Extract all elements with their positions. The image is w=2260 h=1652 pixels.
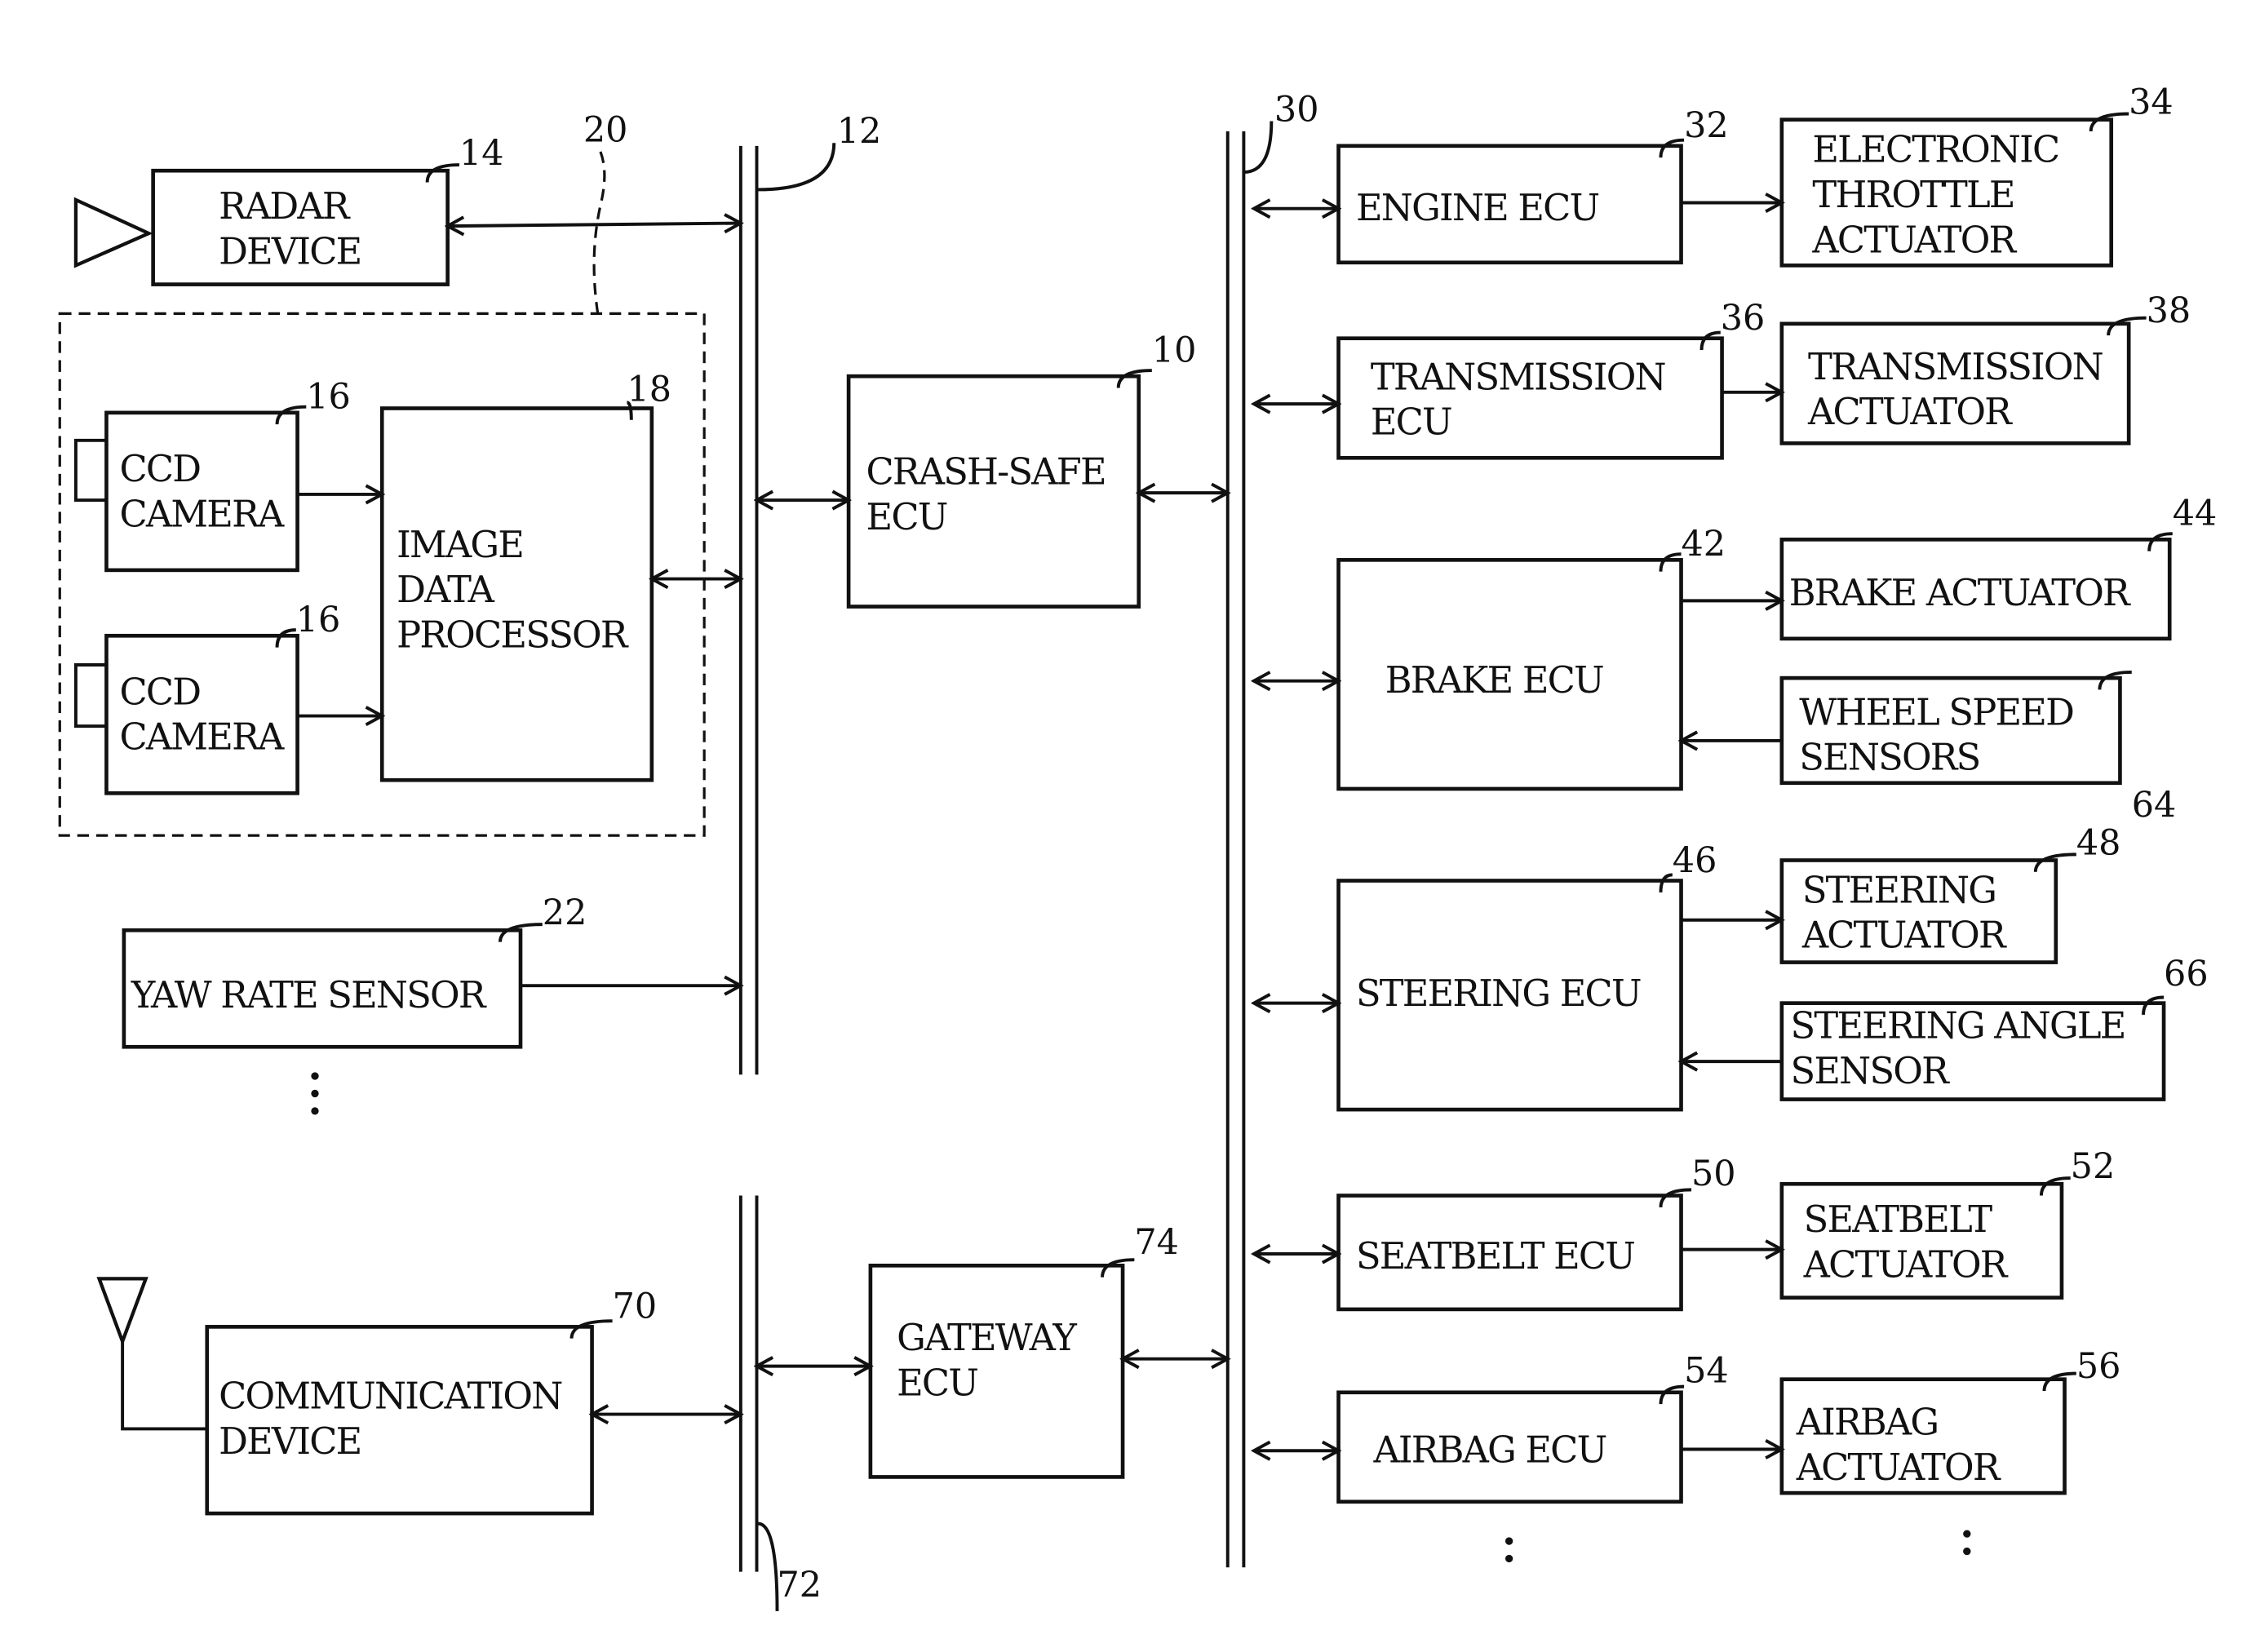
airbagact-label: ACTUATOR <box>1796 1446 2001 1489</box>
vehicle-ecu-block-diagram: RADARDEVICE14CCDCAMERA16CCDCAMERA16IMAGE… <box>58 82 2218 1611</box>
transact-label: ACTUATOR <box>1807 391 2013 433</box>
brake-label: BRAKE ECU <box>1385 659 1603 702</box>
throttle-ref-number: 34 <box>2129 82 2174 123</box>
cam1-label: CCD <box>120 448 201 490</box>
steeract-label: STEERING <box>1802 869 1996 911</box>
ellipsis-dot <box>311 1107 319 1115</box>
steerangle-label: STEERING ANGLE <box>1791 1005 2125 1047</box>
radar-ref-number: 14 <box>459 133 504 174</box>
steeract-label: ACTUATOR <box>1801 915 2007 957</box>
cam2-ref-number: 16 <box>296 600 341 640</box>
seatbeltact-label: ACTUATOR <box>1803 1244 2009 1287</box>
imgproc-label: IMAGE <box>397 524 523 566</box>
seatbelt-ref-number: 50 <box>1691 1154 1736 1194</box>
throttle-label: ELECTRONIC <box>1812 128 2058 171</box>
cam2-label: CCD <box>120 671 201 713</box>
cam2-block <box>104 633 299 795</box>
wheel-ref-number: 64 <box>2132 785 2177 826</box>
crash-label: ECU <box>866 496 947 538</box>
cam1-block <box>104 410 299 573</box>
airbag-ref-number: 54 <box>1684 1350 1729 1391</box>
seatbelt-label: SEATBELT ECU <box>1356 1235 1634 1278</box>
seatbeltact-label: SEATBELT <box>1804 1198 1993 1241</box>
steerangle-ref-number: 66 <box>2164 954 2209 994</box>
transact-ref-number: 38 <box>2147 290 2191 331</box>
bus-30-ref-number: 30 <box>1274 89 1319 130</box>
gateway-label: ECU <box>897 1362 977 1404</box>
bus-30-leader-line <box>1243 121 1274 174</box>
radar-label: DEVICE <box>219 231 361 273</box>
engine-label: ENGINE ECU <box>1356 187 1599 229</box>
yaw-label: YAW RATE SENSOR <box>131 974 487 1016</box>
steer-ref-number: 46 <box>1673 840 1717 881</box>
imgproc-label: PROCESSOR <box>397 614 629 657</box>
transact-label: TRANSMISSION <box>1808 346 2103 388</box>
cam1-label: CAMERA <box>120 493 285 535</box>
steeract-ref-number: 48 <box>2076 822 2121 863</box>
comm-antenna-icon <box>96 1277 148 1347</box>
brakeact-label: BRAKE ACTUATOR <box>1789 572 2131 614</box>
wheel-label: WHEEL SPEED <box>1799 691 2073 733</box>
radar-bus12-arrow <box>448 224 741 227</box>
cam2-label: CAMERA <box>120 716 285 759</box>
ellipsis-dot <box>1963 1547 1971 1556</box>
seatbeltact-ref-number: 52 <box>2071 1146 2116 1187</box>
group20-ref-number: 20 <box>583 109 628 150</box>
throttle-label: ACTUATOR <box>1811 219 2017 261</box>
gateway-label: GATEWAY <box>897 1317 1077 1359</box>
comm-antenna-feed-line <box>121 1341 207 1431</box>
throttle-label: THROTTLE <box>1812 174 2014 216</box>
brakeact-ref-number: 44 <box>2173 493 2218 534</box>
steer-label: STEERING ECU <box>1356 972 1641 1015</box>
trans-label: TRANSMISSION <box>1371 356 1666 398</box>
bus-12-leader-line <box>758 143 836 192</box>
cam1-lens-icon <box>73 438 107 503</box>
brake-ref-number: 42 <box>1682 524 1726 565</box>
trans-ref-number: 36 <box>1721 298 1766 339</box>
comm-label: DEVICE <box>219 1420 361 1463</box>
wheel-label: SENSORS <box>1799 737 1979 779</box>
radar-antenna-icon <box>73 197 153 268</box>
comm-label: COMMUNICATION <box>219 1375 562 1417</box>
crash-label: CRASH-SAFE <box>866 450 1106 493</box>
ellipsis-dot <box>311 1089 319 1098</box>
engine-ref-number: 32 <box>1684 105 1729 146</box>
yaw-ref-number: 22 <box>543 892 587 933</box>
gateway-ref-number: 74 <box>1134 1222 1179 1263</box>
cam1-ref-number: 16 <box>306 376 351 417</box>
trans-label: ECU <box>1371 401 1451 444</box>
imgproc-ref-number: 18 <box>627 370 671 410</box>
ellipsis-dot <box>1963 1530 1971 1538</box>
bus-72-leader-line <box>757 1521 779 1611</box>
airbagact-ref-number: 56 <box>2076 1346 2121 1387</box>
bus-72-ref-number: 72 <box>778 1565 822 1605</box>
ellipsis-dot <box>311 1072 319 1080</box>
comm-ref-number: 70 <box>613 1287 658 1327</box>
ellipsis-dot <box>1504 1554 1513 1563</box>
steerangle-label: SENSOR <box>1791 1050 1951 1092</box>
airbag-label: AIRBAG ECU <box>1372 1429 1606 1472</box>
crash-ref-number: 10 <box>1152 330 1197 370</box>
ellipsis-dot <box>1504 1537 1513 1545</box>
imgproc-label: DATA <box>397 569 495 611</box>
bus-12-ref-number: 12 <box>837 111 882 152</box>
group20-leader-line <box>592 145 606 314</box>
cam2-lens-icon <box>73 663 107 729</box>
airbagact-label: AIRBAG <box>1796 1402 1939 1444</box>
radar-label: RADAR <box>219 185 351 228</box>
